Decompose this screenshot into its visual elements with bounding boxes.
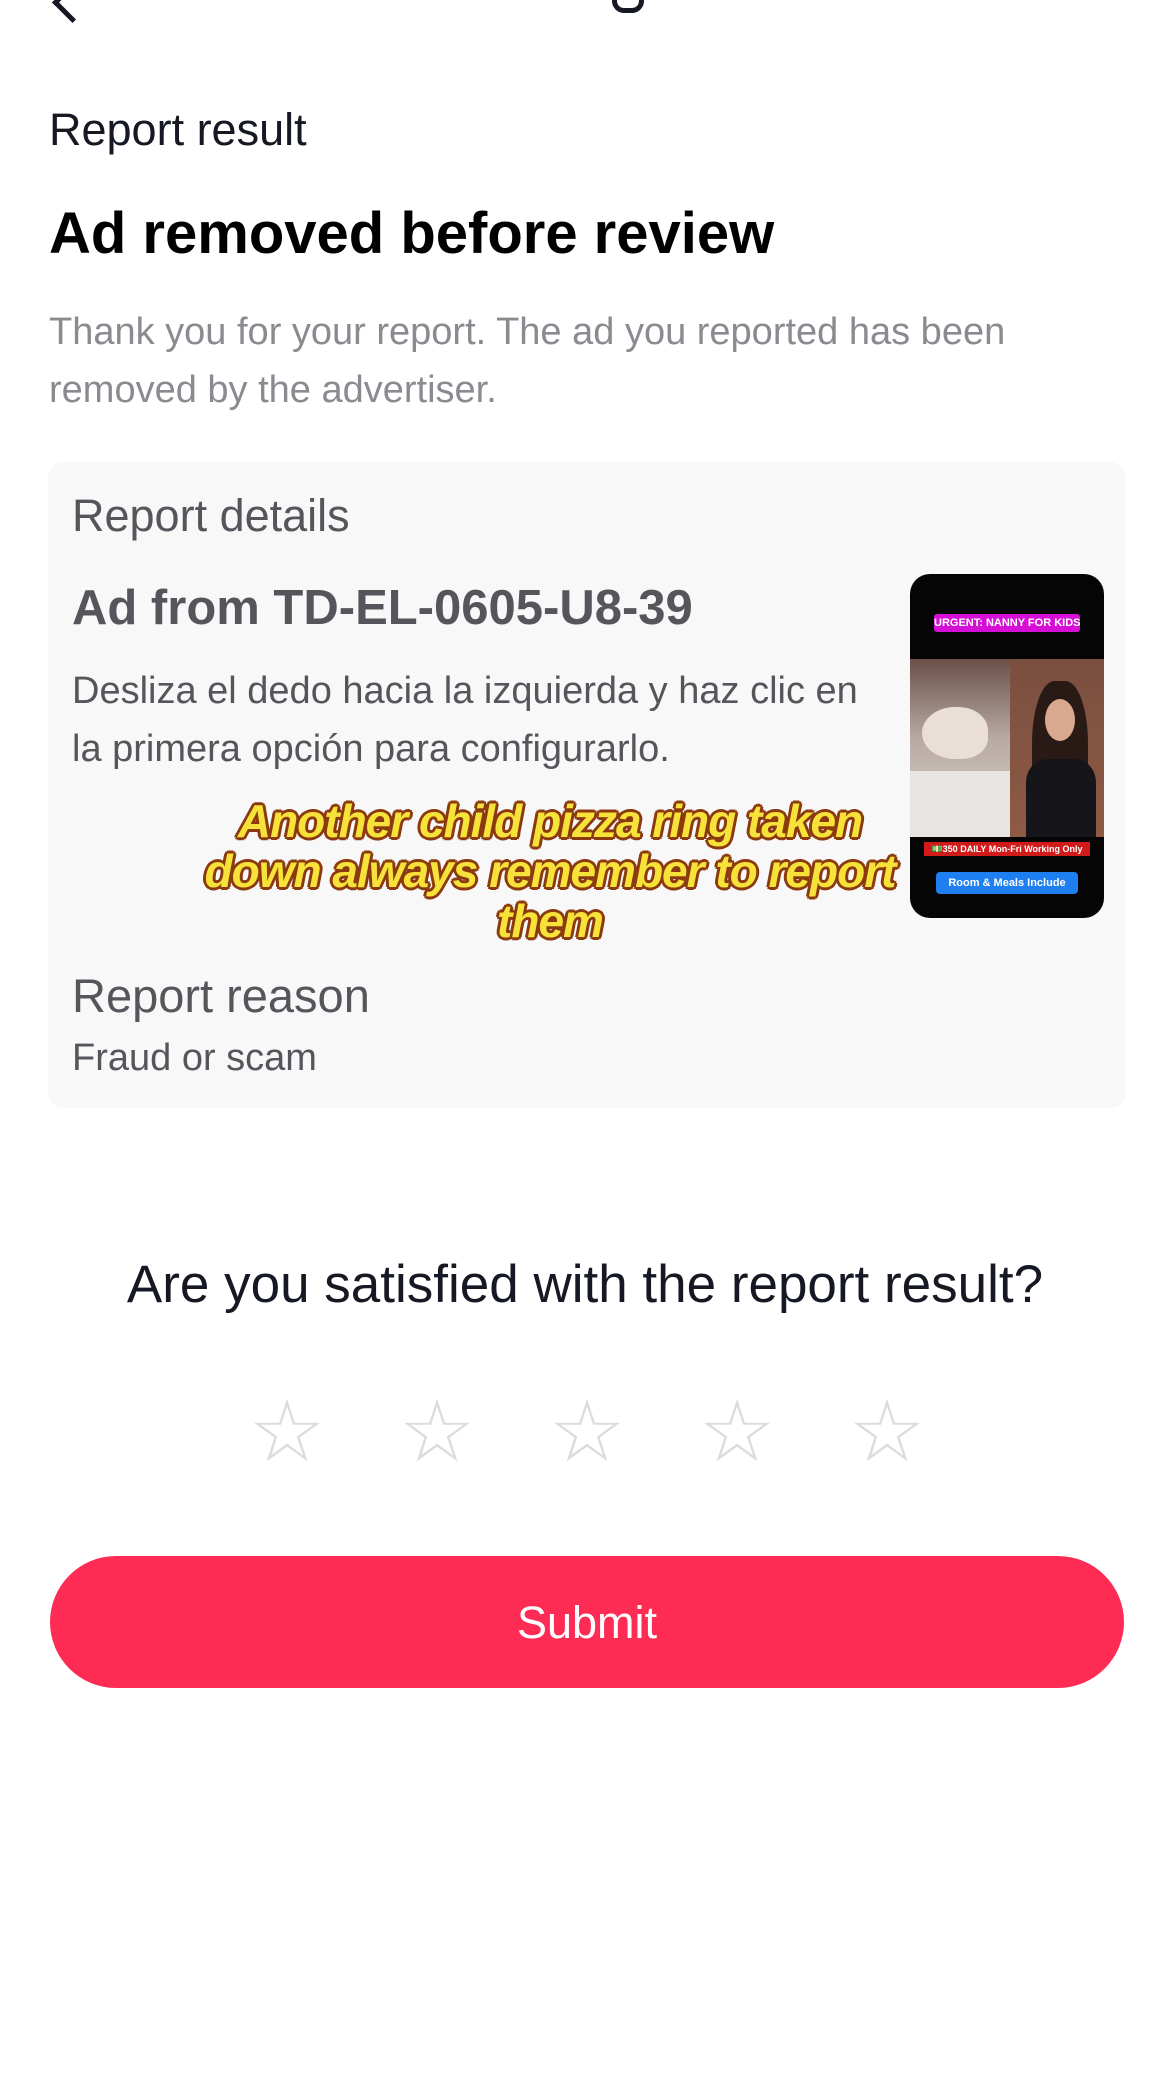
photo-left-half xyxy=(910,659,1010,837)
ad-from-title: Ad from TD-EL-0605-U8-39 xyxy=(72,581,693,635)
thumbnail-tag-bottom: Room & Meals Include xyxy=(936,872,1078,894)
submit-button[interactable]: Submit xyxy=(50,1556,1124,1688)
star-rating: ☆ ☆ ☆ ☆ ☆ xyxy=(247,1389,927,1475)
ad-text: Desliza el dedo hacia la izquierda y haz… xyxy=(72,670,858,770)
woman-face xyxy=(1045,699,1075,741)
top-nav-bar xyxy=(0,0,1170,24)
report-details-title: Report details xyxy=(72,490,350,541)
report-details-card: Report details Ad from TD-EL-0605-U8-39 … xyxy=(48,462,1126,1108)
satisfaction-question: Are you satisfied with the report result… xyxy=(126,1255,1044,1314)
woman-body xyxy=(1026,759,1096,837)
thumbnail-photo xyxy=(910,659,1104,837)
bed-sheet xyxy=(910,771,1010,837)
thumbnail-tag-middle: 💵350 DAILY Mon-Fri Working Only xyxy=(924,842,1090,856)
thumbnail-tag-top: URGENT: NANNY FOR KIDS xyxy=(934,614,1080,632)
star-icon[interactable]: ☆ xyxy=(847,1389,927,1475)
overlay-caption: Another child pizza ring taken down alwa… xyxy=(204,795,897,947)
report-reason-label: Report reason xyxy=(72,969,370,1022)
result-description: Thank you for your report. The ad you re… xyxy=(49,311,1006,411)
star-icon[interactable]: ☆ xyxy=(247,1389,327,1475)
ad-thumbnail[interactable]: URGENT: NANNY FOR KIDS 💵350 DAILY Mon-Fr… xyxy=(910,574,1104,918)
page-title: Ad removed before review xyxy=(49,201,775,266)
star-icon[interactable]: ☆ xyxy=(397,1389,477,1475)
baby-figure xyxy=(922,707,988,759)
report-result-label: Report result xyxy=(49,104,307,155)
star-icon[interactable]: ☆ xyxy=(697,1389,777,1475)
star-icon[interactable]: ☆ xyxy=(547,1389,627,1475)
nav-title-fragment xyxy=(612,0,644,13)
report-reason-value: Fraud or scam xyxy=(72,1037,317,1079)
chevron-left-icon[interactable] xyxy=(51,0,94,24)
